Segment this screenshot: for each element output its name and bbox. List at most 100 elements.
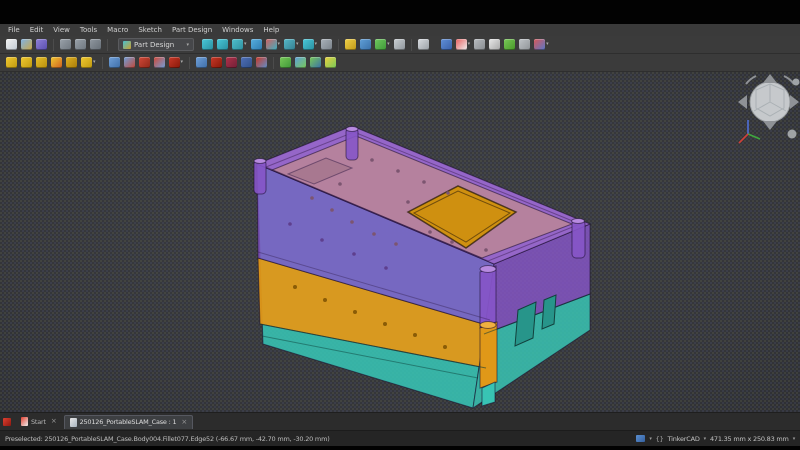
chamfer-button[interactable] — [294, 56, 307, 69]
fit-all-button[interactable] — [201, 38, 214, 51]
grid-button[interactable] — [473, 38, 486, 51]
selection-view-icon — [250, 39, 262, 50]
clone-icon — [81, 57, 92, 68]
checkerboard-button[interactable]: ▾ — [455, 38, 472, 51]
texture-button[interactable] — [359, 38, 372, 51]
measure-button[interactable] — [320, 38, 333, 51]
appearance-button[interactable] — [344, 38, 357, 51]
zoom-icon — [302, 39, 314, 50]
dropdown-caret-icon: ▾ — [244, 41, 247, 47]
nav-arrow-down-icon — [763, 121, 777, 130]
touchpad-icon[interactable] — [636, 435, 646, 442]
selection-view-button[interactable] — [250, 38, 263, 51]
workbench-selector[interactable]: Part Design ▾ — [118, 38, 194, 51]
draft-button[interactable] — [309, 56, 322, 69]
menu-part-design[interactable]: Part Design — [167, 26, 217, 34]
model-case[interactable] — [253, 125, 592, 410]
axonometric-view-button[interactable]: ▾ — [283, 38, 300, 51]
measure-icon — [321, 39, 333, 50]
document-icon — [69, 417, 77, 427]
puzzle-button[interactable] — [503, 38, 516, 51]
whatsthis-cursor-button[interactable] — [417, 38, 430, 51]
redo-button[interactable] — [74, 38, 87, 51]
screen-letterbox-bottom — [0, 446, 800, 450]
chevron-down-icon: ▾ — [792, 435, 796, 442]
groove-icon — [241, 57, 253, 68]
tab-start-label: Start — [31, 417, 46, 426]
new-document-button[interactable] — [5, 38, 18, 51]
toolbar-separator — [107, 38, 108, 51]
chess-knight-icon — [489, 39, 501, 50]
menu-sketch[interactable]: Sketch — [133, 26, 167, 34]
workbench-icon — [123, 40, 131, 49]
map-sketch-button[interactable] — [153, 56, 166, 69]
coordinate-system-button[interactable] — [50, 56, 63, 69]
pocket-icon — [211, 57, 223, 68]
tab-document[interactable]: 250126_PortableSLAM_Case : 1 × — [63, 414, 194, 429]
axonometric-view-icon — [284, 39, 296, 50]
datum-line-button[interactable] — [20, 56, 33, 69]
undo-button[interactable] — [59, 38, 72, 51]
create-sketch-icon — [123, 57, 135, 68]
axis-cross-button[interactable]: ▾ — [533, 38, 550, 51]
viewport-dimensions[interactable]: 471.35 mm x 250.83 mm — [710, 435, 789, 443]
refresh-button[interactable] — [89, 38, 102, 51]
toolbar-separator — [338, 38, 340, 51]
fillet-button[interactable] — [279, 56, 292, 69]
toolbar-separator — [410, 38, 412, 51]
loft-button[interactable] — [255, 56, 268, 69]
close-icon[interactable]: × — [181, 418, 187, 426]
close-icon[interactable]: × — [51, 418, 57, 425]
hole-button[interactable] — [225, 56, 238, 69]
revolve-button[interactable] — [195, 56, 208, 69]
loft-icon — [256, 57, 268, 68]
clipping-plane-button[interactable]: ▾ — [265, 38, 282, 51]
boolean-button[interactable] — [324, 56, 337, 69]
open-document-button[interactable] — [20, 38, 33, 51]
fit-selection-button[interactable] — [216, 38, 229, 51]
chess-knight-button[interactable] — [488, 38, 501, 51]
save-button[interactable] — [35, 38, 48, 51]
shape-binder-button[interactable] — [65, 56, 78, 69]
grid-icon — [474, 39, 486, 50]
menu-file[interactable]: File — [3, 26, 25, 34]
menu-tools[interactable]: Tools — [75, 26, 102, 34]
sphere-button[interactable] — [518, 38, 531, 51]
map-sketch-icon — [153, 57, 165, 68]
navigation-style-icon: {} — [655, 434, 664, 443]
create-sketch-button[interactable] — [123, 56, 136, 69]
shape-binder-icon — [66, 57, 77, 68]
menu-windows[interactable]: Windows — [217, 26, 258, 34]
expression-braces-button[interactable] — [393, 38, 406, 51]
clone-button[interactable]: ▾ — [80, 56, 97, 69]
menu-edit[interactable]: Edit — [25, 26, 49, 34]
pad-button[interactable]: ▾ — [168, 56, 185, 69]
datum-point-button[interactable] — [5, 56, 18, 69]
status-bar: Preselected: 250126_PortableSLAM_Case.Bo… — [0, 430, 800, 446]
dropdown-caret-icon: ▾ — [467, 41, 471, 47]
create-body-button[interactable] — [108, 56, 121, 69]
zoom-button[interactable]: ▾ — [302, 38, 319, 51]
freecad-logo-icon — [21, 417, 28, 426]
pocket-button[interactable] — [210, 56, 223, 69]
nav-option-dot — [792, 78, 800, 86]
3d-viewport[interactable] — [0, 72, 800, 412]
toolbar-separator — [101, 56, 103, 69]
tab-start[interactable]: Start × — [16, 415, 62, 429]
menu-macro[interactable]: Macro — [102, 26, 133, 34]
dropdown-caret-icon: ▾ — [277, 41, 281, 47]
screen-letterbox-top — [0, 0, 800, 24]
groove-button[interactable] — [240, 56, 253, 69]
droplet-button[interactable] — [440, 38, 453, 51]
coordinate-system-icon — [51, 57, 62, 68]
link-button[interactable]: ▾ — [374, 38, 391, 51]
toolbar-separator — [53, 38, 54, 51]
draw-style-button[interactable]: ▾ — [231, 38, 248, 51]
navigation-style-selector[interactable]: TinkerCAD — [668, 435, 700, 443]
axis-cross-icon — [534, 39, 546, 50]
edit-sketch-button[interactable] — [138, 56, 151, 69]
puzzle-icon — [504, 39, 516, 50]
menu-help[interactable]: Help — [258, 26, 284, 34]
datum-plane-button[interactable] — [35, 56, 48, 69]
menu-view[interactable]: View — [48, 26, 75, 34]
